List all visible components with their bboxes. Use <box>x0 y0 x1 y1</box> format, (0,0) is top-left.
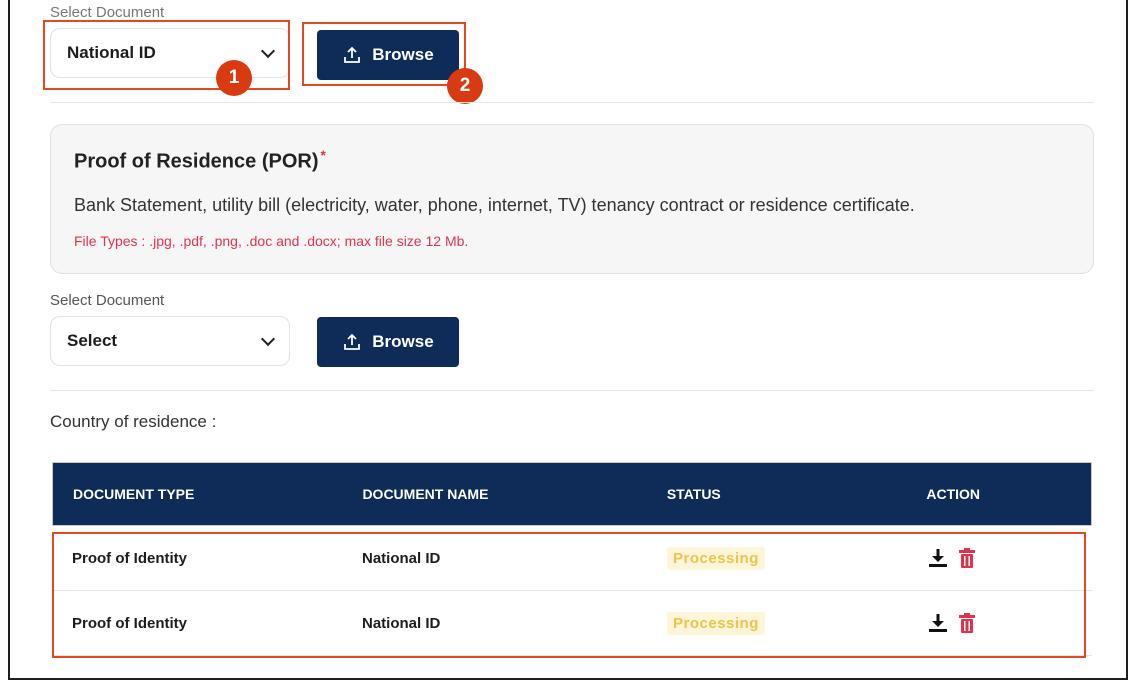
annotation-badge-2: 2 <box>447 68 483 104</box>
table-header: DOCUMENT TYPE DOCUMENT NAME STATUS ACTIO… <box>52 462 1092 526</box>
column-header-action: ACTION <box>926 486 981 502</box>
highlight-box-1 <box>43 20 290 90</box>
select-document-label: Select Document <box>50 4 165 21</box>
por-document-type-select-value: Select <box>67 331 118 350</box>
por-file-types: File Types : .jpg, .pdf, .png, .doc and … <box>74 233 469 249</box>
por-browse-button-label: Browse <box>372 332 434 351</box>
por-title: Proof of Residence (POR) * <box>74 147 326 174</box>
por-title-text: Proof of Residence (POR) <box>74 150 319 173</box>
annotation-badge-1: 1 <box>216 60 252 96</box>
column-header-document-name: DOCUMENT NAME <box>362 486 489 502</box>
divider <box>50 390 1094 391</box>
upload-icon <box>344 333 361 350</box>
highlight-box-2 <box>302 22 466 86</box>
column-header-status: STATUS <box>666 486 721 502</box>
required-mark: * <box>320 147 326 163</box>
divider <box>50 102 1094 103</box>
country-of-residence-label: Country of residence : <box>50 412 217 431</box>
por-document-type-select[interactable]: Select <box>50 316 290 366</box>
document-upload-panel: Select Document National ID 1 Browse 2 P… <box>8 0 1128 680</box>
por-select-document-label: Select Document <box>50 292 165 309</box>
por-browse-button[interactable]: Browse <box>317 317 459 367</box>
column-header-document-type: DOCUMENT TYPE <box>73 486 195 502</box>
chevron-down-icon <box>260 331 276 346</box>
highlight-box-rows <box>52 532 1086 658</box>
por-description: Bank Statement, utility bill (electricit… <box>74 195 915 215</box>
proof-of-residence-card: Proof of Residence (POR) * Bank Statement… <box>50 124 1094 274</box>
